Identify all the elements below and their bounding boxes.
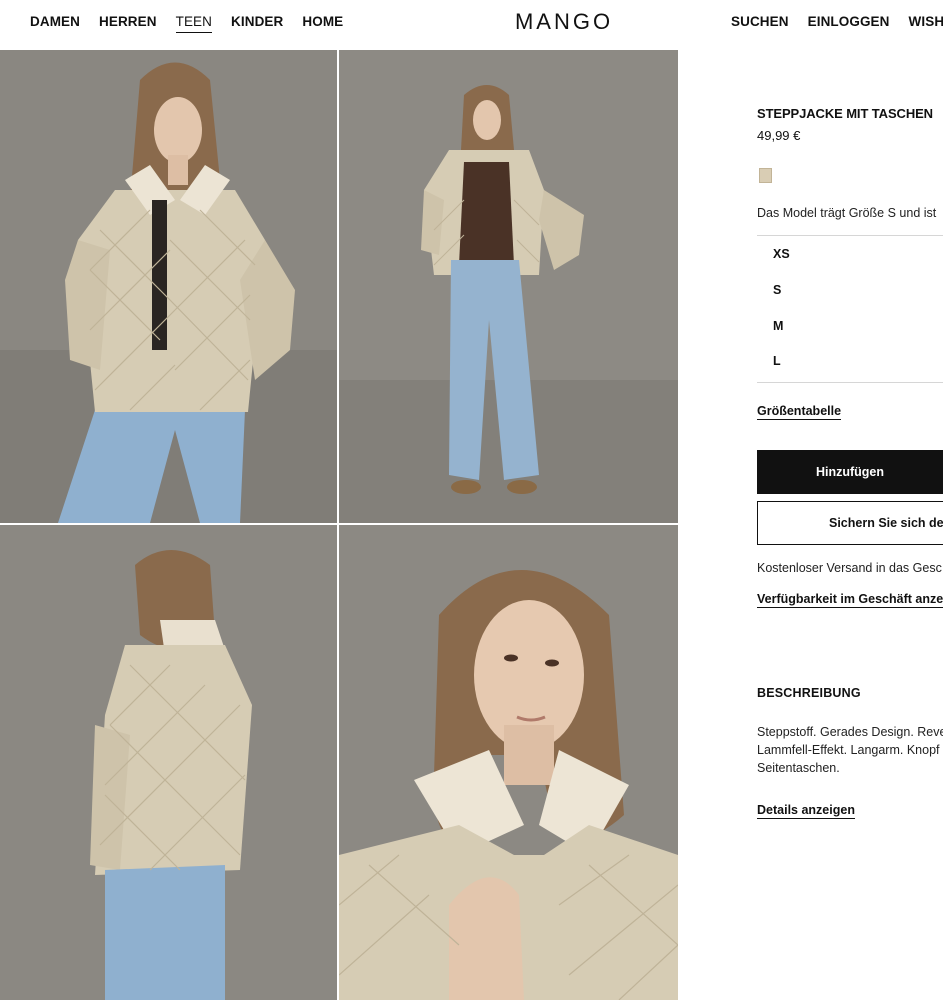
model-size-info: Das Model trägt Größe S und ist bbox=[757, 206, 937, 220]
product-title: STEPPJACKE MIT TASCHEN bbox=[757, 106, 933, 121]
product-info-panel: STEPPJACKE MIT TASCHEN 49,99 € Das Model… bbox=[757, 50, 943, 1000]
size-option-s[interactable]: S bbox=[773, 283, 781, 297]
add-to-cart-button[interactable]: Hinzufügen bbox=[757, 450, 943, 494]
description-line: Seitentaschen. bbox=[757, 761, 840, 775]
save-item-button[interactable]: Sichern Sie sich der bbox=[757, 501, 943, 545]
model-front-photo-icon bbox=[0, 50, 337, 523]
size-selector: XS S M L bbox=[757, 235, 943, 383]
color-swatch[interactable] bbox=[759, 168, 772, 183]
size-option-xs[interactable]: XS bbox=[773, 247, 790, 261]
size-option-m[interactable]: M bbox=[773, 319, 783, 333]
product-photo-full-body[interactable] bbox=[339, 50, 678, 523]
model-fullbody-photo-icon bbox=[339, 50, 678, 523]
product-gallery bbox=[0, 50, 678, 1000]
size-chart-link[interactable]: Größentabelle bbox=[757, 404, 842, 420]
nav-wishlist[interactable]: WISHL bbox=[909, 14, 943, 32]
model-back-photo-icon bbox=[0, 525, 337, 1000]
description-text: Steppstoff. Gerades Design. Reve Lammfel… bbox=[757, 723, 943, 777]
store-availability-link[interactable]: Verfügbarkeit im Geschäft anzei bbox=[757, 592, 943, 608]
product-photo-front-closeup[interactable] bbox=[0, 50, 337, 523]
size-option-l[interactable]: L bbox=[773, 354, 781, 368]
nav-login[interactable]: EINLOGGEN bbox=[808, 14, 890, 32]
description-heading: BESCHREIBUNG bbox=[757, 686, 861, 700]
description-line: Steppstoff. Gerades Design. Reve bbox=[757, 725, 943, 739]
site-header: DAMEN HERREN TEEN KINDER HOME MANGO SUCH… bbox=[0, 0, 943, 48]
product-price: 49,99 € bbox=[757, 128, 801, 143]
nav-search[interactable]: SUCHEN bbox=[731, 14, 789, 32]
description-line: Lammfell-Effekt. Langarm. Knopf bbox=[757, 743, 940, 757]
product-photo-back-view[interactable] bbox=[0, 525, 337, 1000]
shipping-info: Kostenloser Versand in das Gesc bbox=[757, 561, 942, 575]
product-photo-portrait[interactable] bbox=[339, 525, 678, 1000]
user-nav: SUCHEN EINLOGGEN WISHL bbox=[731, 14, 943, 32]
model-portrait-photo-icon bbox=[339, 525, 678, 1000]
show-details-link[interactable]: Details anzeigen bbox=[757, 803, 855, 819]
